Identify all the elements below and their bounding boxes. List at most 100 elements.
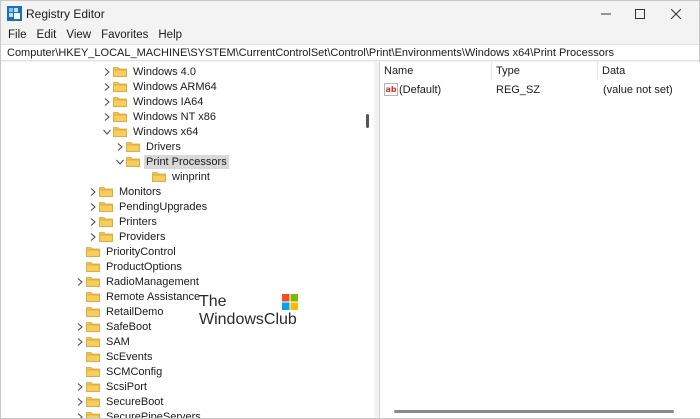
- tree-item-label: ScEvents: [106, 350, 153, 363]
- tree-item[interactable]: RetailDemo: [74, 304, 165, 319]
- value-row[interactable]: ab (Default) REG_SZ (value not set): [380, 82, 700, 98]
- folder-icon: [99, 217, 113, 227]
- tree-item[interactable]: Providers: [87, 229, 167, 244]
- folder-icon: [126, 157, 140, 167]
- tree-item[interactable]: ScEvents: [74, 349, 154, 364]
- tree-item-label: ProductOptions: [106, 260, 182, 273]
- tree-item[interactable]: Monitors: [87, 184, 163, 199]
- column-header-type[interactable]: Type: [492, 62, 598, 80]
- registry-tree[interactable]: Windows 4.0 Windows ARM64 Windows IA64 Wind…: [1, 62, 375, 418]
- windows-logo-icon: [282, 294, 298, 310]
- menu-file[interactable]: File: [3, 29, 32, 41]
- close-icon: [671, 9, 681, 19]
- menu-help[interactable]: Help: [153, 29, 187, 41]
- folder-icon: [86, 352, 100, 362]
- chevron-right-icon[interactable]: [87, 184, 99, 199]
- folder-icon: [86, 337, 100, 347]
- folder-icon: [86, 307, 100, 317]
- folder-icon: [86, 397, 100, 407]
- watermark: The WindowsClub: [199, 293, 309, 331]
- tree-item[interactable]: winprint: [140, 169, 212, 184]
- window-title: Registry Editor: [26, 7, 105, 21]
- tree-item[interactable]: Windows x64: [101, 124, 200, 139]
- tree-item-label: Windows ARM64: [133, 80, 217, 93]
- chevron-right-icon[interactable]: [74, 379, 86, 394]
- folder-icon: [86, 412, 100, 418]
- tree-item[interactable]: SAM: [74, 334, 132, 349]
- folder-icon: [113, 82, 127, 92]
- tree-item-label: SCMConfig: [106, 365, 163, 378]
- value-data: (value not set): [603, 84, 673, 96]
- chevron-right-icon[interactable]: [74, 394, 86, 409]
- tree-item[interactable]: ScsiPort: [74, 379, 149, 394]
- folder-icon: [86, 382, 100, 392]
- tree-scrollbar[interactable]: [364, 62, 372, 418]
- menu-bar: File Edit View Favorites Help: [1, 27, 700, 43]
- tree-item[interactable]: SafeBoot: [74, 319, 153, 334]
- tree-item[interactable]: SCMConfig: [74, 364, 164, 379]
- chevron-right-icon[interactable]: [74, 274, 86, 289]
- tree-item[interactable]: Windows ARM64: [101, 79, 219, 94]
- tree-item[interactable]: Windows 4.0: [101, 64, 198, 79]
- chevron-right-icon[interactable]: [101, 94, 113, 109]
- folder-icon: [126, 142, 140, 152]
- chevron-right-icon[interactable]: [74, 319, 86, 334]
- tree-item[interactable]: PriorityControl: [74, 244, 178, 259]
- tree-scrollbar-thumb[interactable]: [366, 114, 369, 128]
- maximize-icon: [635, 9, 645, 19]
- column-header-data[interactable]: Data: [598, 62, 700, 80]
- column-header-name[interactable]: Name: [380, 62, 492, 80]
- tree-item-label: SAM: [106, 335, 130, 348]
- folder-icon: [86, 247, 100, 257]
- string-value-icon: ab: [384, 83, 398, 96]
- chevron-right-icon[interactable]: [114, 139, 126, 154]
- menu-edit[interactable]: Edit: [32, 29, 62, 41]
- tree-item-label: Monitors: [119, 185, 162, 198]
- menu-favorites[interactable]: Favorites: [96, 29, 153, 41]
- watermark-line1: The: [199, 293, 227, 310]
- registry-editor-icon: [7, 6, 22, 21]
- chevron-right-icon[interactable]: [87, 214, 99, 229]
- tree-item[interactable]: Windows NT x86: [101, 109, 218, 124]
- chevron-right-icon[interactable]: [101, 79, 113, 94]
- tree-item[interactable]: Drivers: [114, 139, 183, 154]
- tree-item-label: Windows IA64: [133, 95, 204, 108]
- tree-item-label: SecurePipeServers: [106, 410, 201, 419]
- tree-item[interactable]: Remote Assistance: [74, 289, 202, 304]
- chevron-right-icon[interactable]: [74, 409, 86, 418]
- tree-item[interactable]: Print Processors: [114, 154, 229, 169]
- folder-icon: [86, 262, 100, 272]
- menu-view[interactable]: View: [61, 29, 96, 41]
- tree-item-label: SafeBoot: [106, 320, 152, 333]
- tree-item[interactable]: Printers: [87, 214, 159, 229]
- tree-item[interactable]: SecurePipeServers: [74, 409, 203, 418]
- tree-item[interactable]: Windows IA64: [101, 94, 205, 109]
- chevron-right-icon[interactable]: [74, 334, 86, 349]
- close-button[interactable]: [653, 1, 699, 27]
- chevron-down-icon[interactable]: [101, 124, 113, 139]
- folder-icon: [86, 367, 100, 377]
- tree-item-label: Printers: [119, 215, 157, 228]
- chevron-right-icon[interactable]: [101, 64, 113, 79]
- values-horizontal-scrollbar[interactable]: [394, 410, 674, 413]
- folder-icon: [113, 67, 127, 77]
- values-list[interactable]: Name Type Data ab (Default) REG_SZ (valu…: [379, 62, 700, 418]
- chevron-right-icon[interactable]: [101, 109, 113, 124]
- tree-item-label: Windows NT x86: [133, 110, 216, 123]
- folder-icon: [113, 127, 127, 137]
- address-bar[interactable]: Computer\HKEY_LOCAL_MACHINE\SYSTEM\Curre…: [1, 44, 699, 61]
- folder-icon: [86, 292, 100, 302]
- value-type: REG_SZ: [496, 84, 541, 96]
- tree-item[interactable]: SecureBoot: [74, 394, 165, 409]
- chevron-right-icon[interactable]: [87, 199, 99, 214]
- tree-item-label: Print Processors: [144, 154, 229, 169]
- tree-item[interactable]: RadioManagement: [74, 274, 201, 289]
- tree-item[interactable]: ProductOptions: [74, 259, 184, 274]
- tree-item[interactable]: PendingUpgrades: [87, 199, 209, 214]
- chevron-right-icon[interactable]: [87, 229, 99, 244]
- chevron-down-icon[interactable]: [114, 154, 126, 169]
- folder-icon: [86, 277, 100, 287]
- tree-item-label: SecureBoot: [106, 395, 164, 408]
